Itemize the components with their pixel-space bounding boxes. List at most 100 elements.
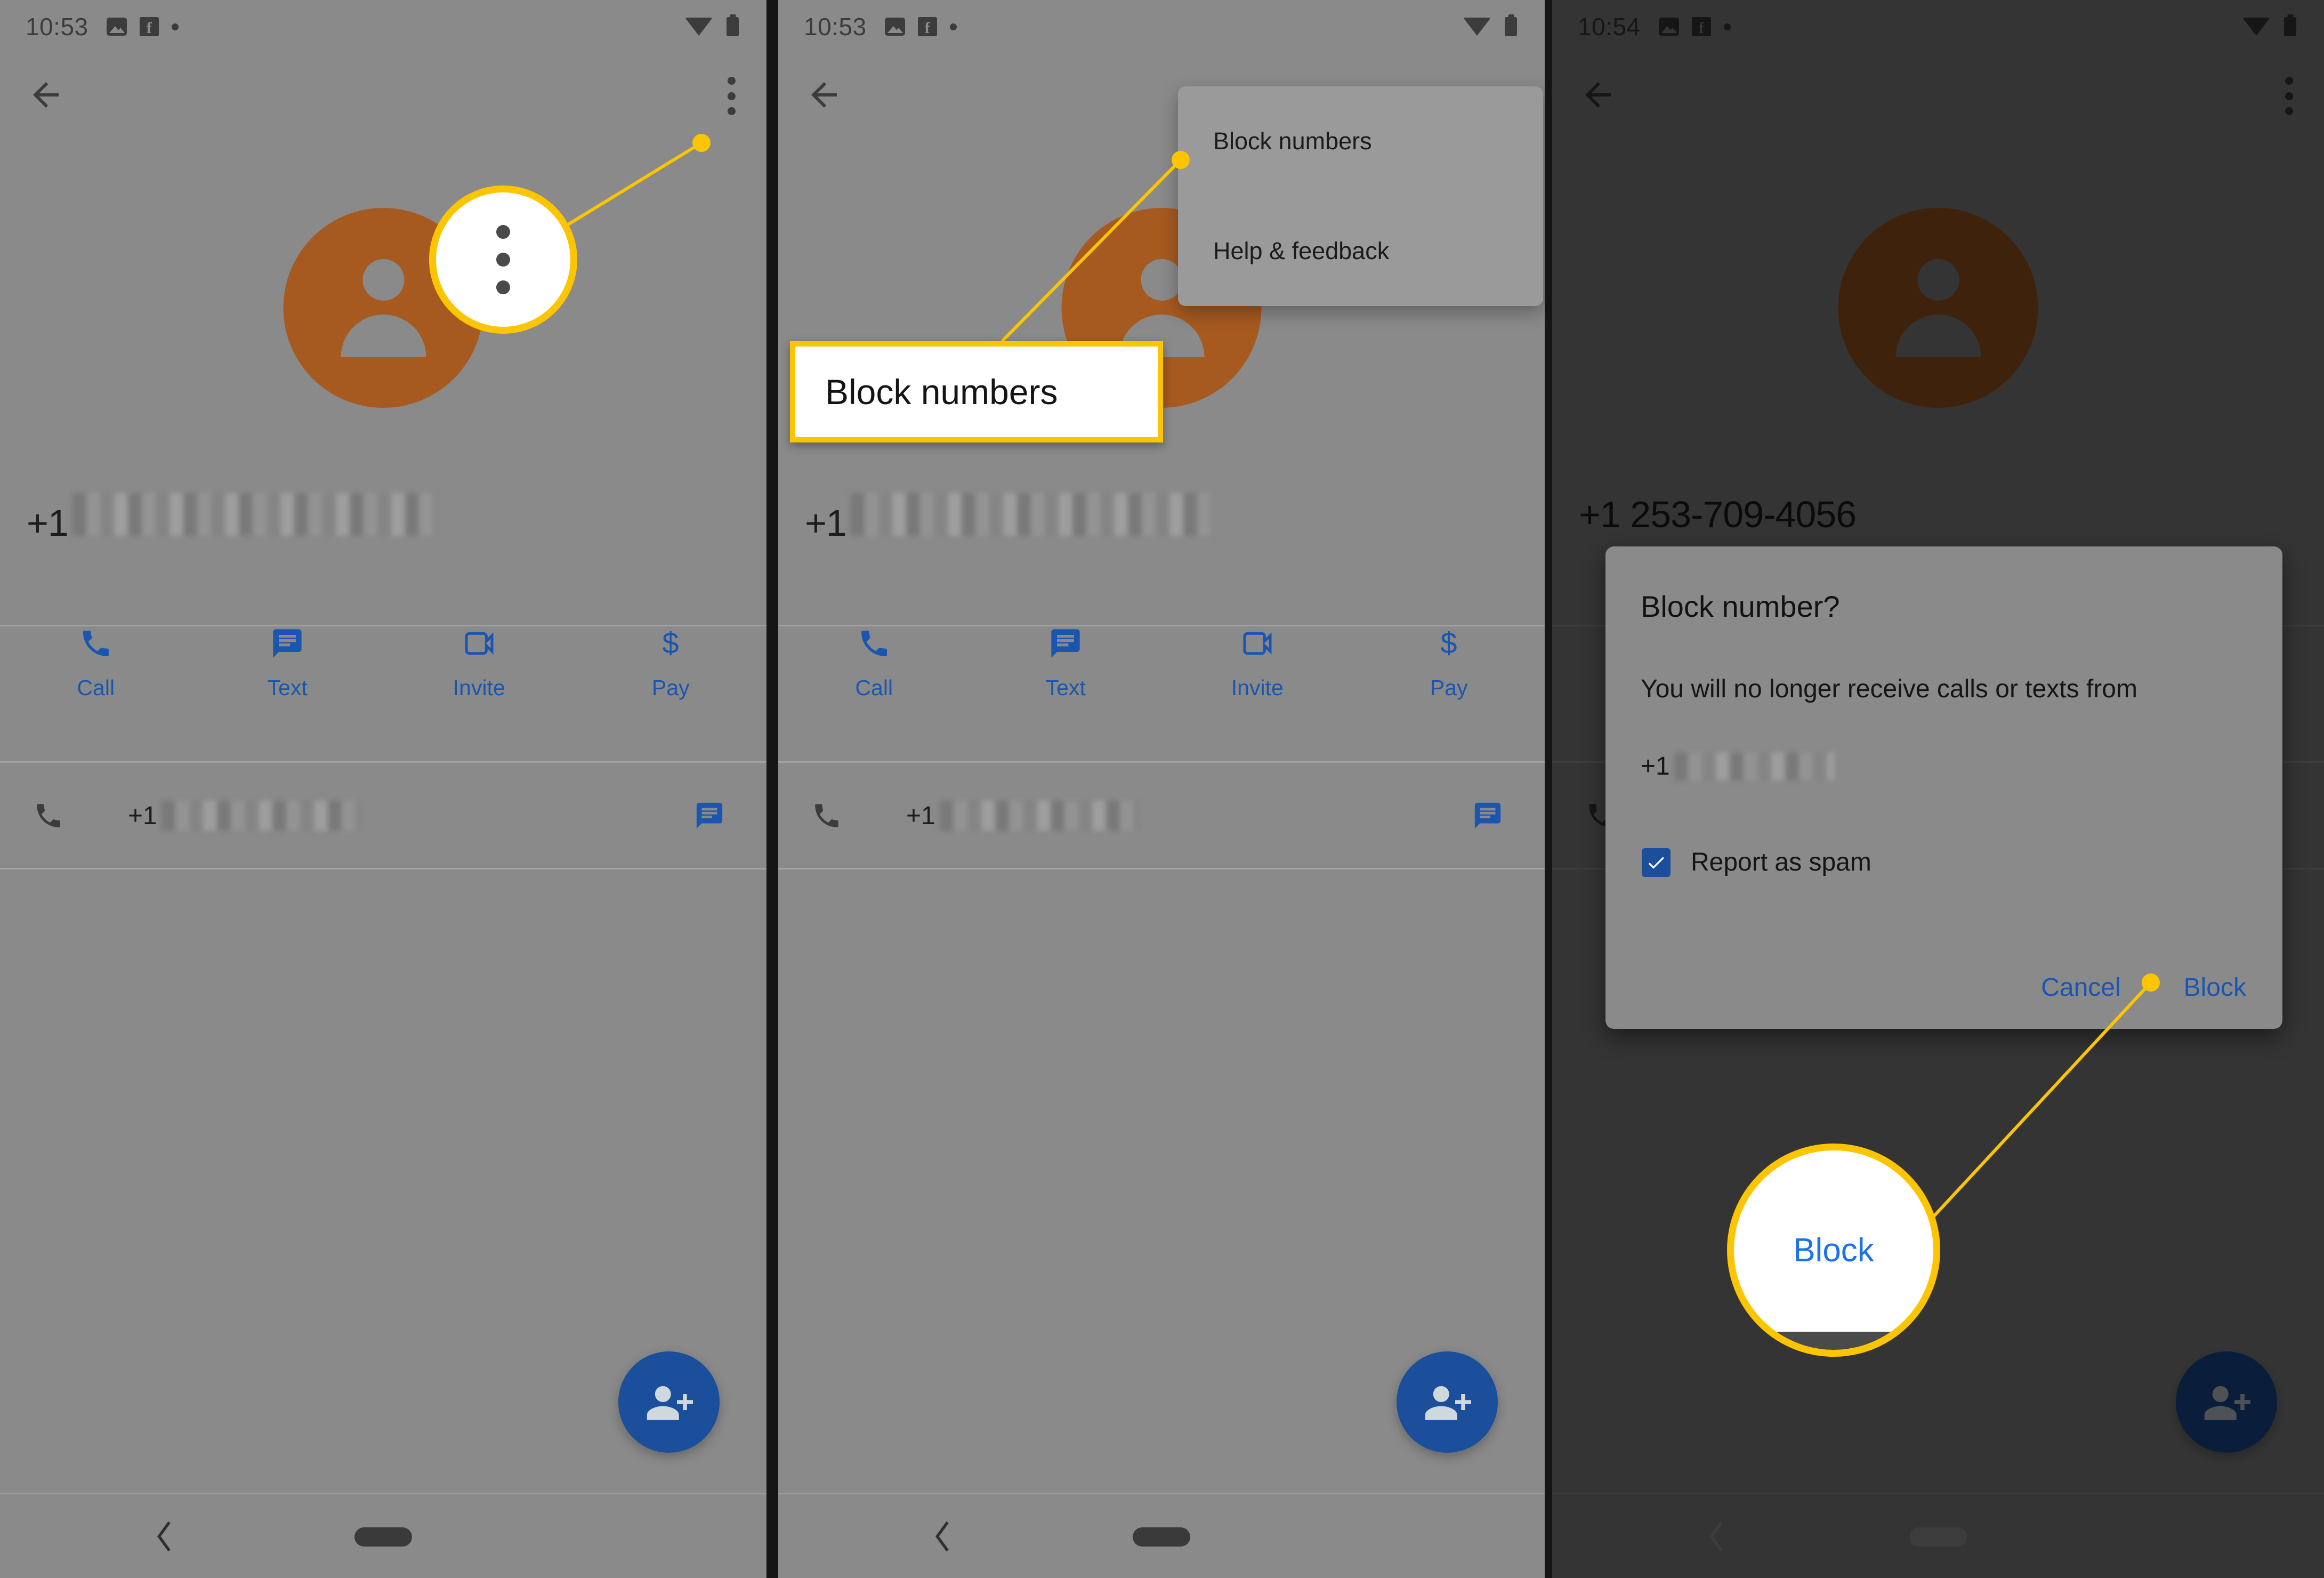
status-notification-icons: f [106,17,179,36]
block-button[interactable]: Block [2184,973,2246,1002]
contact-avatar [1838,208,2038,408]
contact-phone-number-heading: +1 [27,493,435,544]
back-arrow-icon[interactable] [27,76,65,114]
dot-icon [949,23,957,30]
facebook-icon: f [1691,17,1711,36]
dialog-phone-number: +1 [1641,752,1834,781]
contact-avatar [283,208,483,408]
add-person-icon [647,1386,693,1420]
dialog-body-text: You will no longer receive calls or text… [1641,675,2137,703]
overflow-menu-icon[interactable] [727,77,736,115]
add-contact-fab[interactable] [1397,1351,1498,1453]
status-notification-icons: f [1658,17,1731,36]
overflow-menu-icon[interactable] [2285,77,2293,115]
redacted-number-blur [850,493,1213,536]
system-nav-bar-1 [0,1493,766,1578]
menu-item-block-numbers[interactable]: Block numbers [1178,86,1543,196]
phone-screen-3: 10:54 f +1 253-709-4056 Block number? Yo… [1552,0,2324,1578]
facebook-icon: f [917,17,937,36]
battery-icon [1505,17,1517,36]
wifi-icon [685,18,713,36]
add-person-icon [2204,1386,2250,1420]
dot-icon [171,23,179,30]
phone-number-row-2[interactable]: +1 [778,762,1545,869]
status-bar-2: 10:53 f [778,0,1545,53]
person-avatar-icon [362,259,404,301]
redacted-number-blur [161,801,361,831]
phone-icon [37,804,60,827]
report-as-spam-checkbox-row[interactable]: Report as spam [1642,848,1871,877]
action-label: Pay [651,675,690,700]
photo-icon [106,18,127,36]
back-arrow-icon[interactable] [805,76,843,114]
nav-home-pill[interactable] [1909,1527,1967,1547]
action-pay[interactable]: $ Pay [1353,626,1545,701]
status-system-icons [2242,17,2296,36]
quick-actions-row-1: Call Text Invite $ Pay [0,626,766,749]
svg-text:$: $ [1441,626,1457,660]
cancel-button[interactable]: Cancel [2041,973,2120,1002]
system-nav-bar-2 [778,1493,1545,1578]
app-bar-3 [1552,53,2324,139]
action-label: Text [1045,675,1086,700]
nav-back-icon[interactable] [1707,1521,1726,1552]
redacted-number-blur [939,801,1140,831]
message-icon[interactable] [1472,800,1503,831]
wifi-icon [1463,18,1491,36]
action-call[interactable]: Call [0,626,192,701]
status-time: 10:54 [1578,13,1641,41]
battery-icon [2284,17,2296,36]
app-bar-1 [0,53,766,139]
svg-text:$: $ [663,626,679,660]
status-bar-1: 10:53 f [0,0,766,53]
status-notification-icons: f [884,17,957,36]
overflow-menu-popup: Block numbers Help & feedback [1178,86,1543,306]
add-contact-fab[interactable] [618,1351,720,1453]
message-icon[interactable] [694,800,725,831]
battery-icon [727,17,739,36]
redacted-number-blur [72,493,435,536]
phone-screen-1: 10:53 f +1 Call Text Invite $ Pay +1 [0,0,766,1578]
status-system-icons [1463,17,1517,36]
nav-home-pill[interactable] [354,1527,412,1547]
action-invite[interactable]: Invite [383,626,575,701]
dot-icon [1723,23,1731,30]
add-contact-fab[interactable] [2176,1351,2277,1453]
action-label: Invite [453,675,505,700]
status-bar-3: 10:54 f [1552,0,2324,53]
person-avatar-icon [1141,259,1182,301]
action-pay[interactable]: $ Pay [575,626,767,701]
photo-icon [884,18,905,36]
menu-item-help-feedback[interactable]: Help & feedback [1178,196,1543,306]
action-label: Text [267,675,308,700]
nav-home-pill[interactable] [1133,1527,1190,1547]
action-invite[interactable]: Invite [1161,626,1353,701]
action-label: Call [77,675,115,700]
redacted-number-blur [1674,752,1834,780]
divider [778,868,1545,869]
checkbox-label: Report as spam [1691,848,1871,876]
photo-icon [1658,18,1679,36]
action-label: Call [855,675,893,700]
status-time: 10:53 [804,13,867,41]
contact-phone-number-heading: +1 253-709-4056 [1579,494,1857,535]
person-avatar-icon [1917,259,1959,301]
status-time: 10:53 [26,13,88,41]
action-call[interactable]: Call [778,626,970,701]
block-number-dialog: Block number? You will no longer receive… [1605,546,2282,1029]
phone-number-text: +1 [906,801,1140,831]
quick-actions-row-2: Call Text Invite $ Pay [778,626,1545,749]
screenshot-stage: 10:53 f +1 Call Text Invite $ Pay +1 10:… [0,0,2324,1578]
facebook-icon: f [139,17,159,36]
phone-number-text: +1 [128,801,361,831]
phone-number-row-1[interactable]: +1 [0,762,766,869]
action-text[interactable]: Text [970,626,1162,701]
divider [0,868,766,869]
action-label: Pay [1430,675,1468,700]
nav-back-icon[interactable] [933,1521,952,1552]
back-arrow-icon[interactable] [1579,76,1617,114]
nav-back-icon[interactable] [155,1521,174,1552]
checkbox-checked-icon[interactable] [1642,848,1671,877]
action-text[interactable]: Text [192,626,384,701]
action-label: Invite [1231,675,1284,700]
